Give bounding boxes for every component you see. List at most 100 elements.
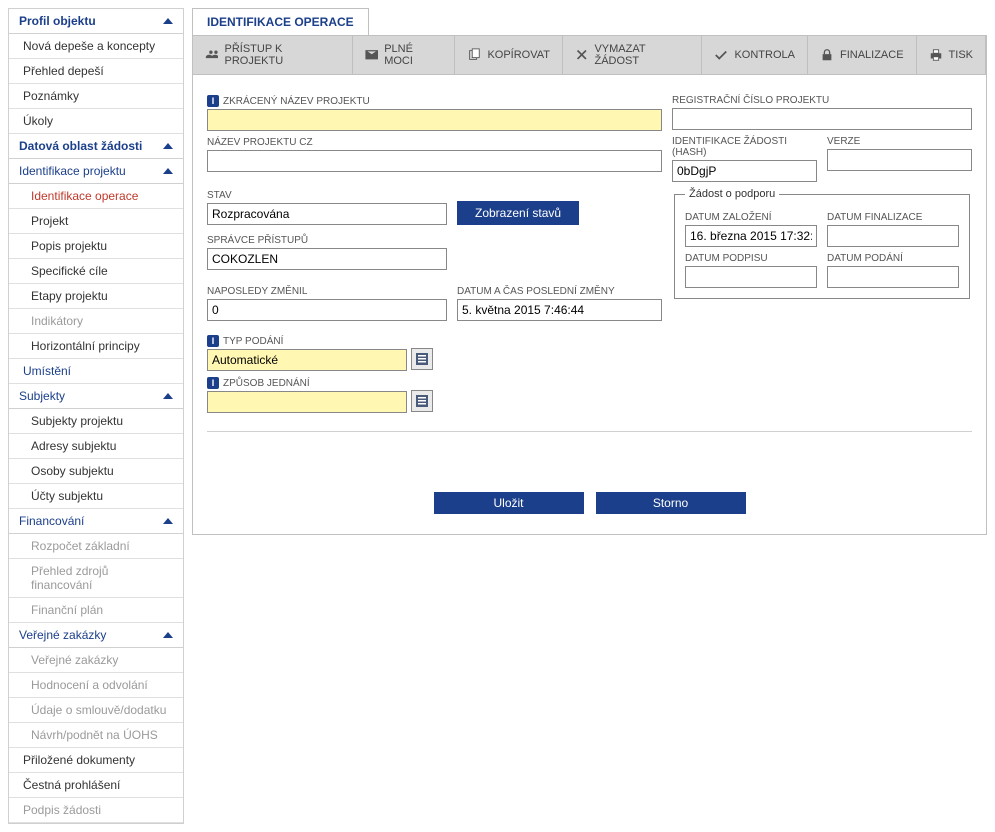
sidebar: Profil objektu Nová depeše a koncepty Př… xyxy=(8,8,184,824)
list-icon xyxy=(416,353,428,365)
required-icon: i xyxy=(207,335,219,347)
sidebar-item-cestna[interactable]: Čestná prohlášení xyxy=(9,773,183,798)
sidebar-item-osoby-subjektu[interactable]: Osoby subjektu xyxy=(9,459,183,484)
input-verze xyxy=(827,149,972,171)
chevron-up-icon xyxy=(163,632,173,638)
input-reg-cislo xyxy=(672,108,972,130)
sidebar-header-vz[interactable]: Veřejné zakázky xyxy=(9,623,183,648)
form-content: i ZKRÁCENÝ NÁZEV PROJEKTU NÁZEV PROJEKTU… xyxy=(192,75,987,535)
input-nazev-cz[interactable] xyxy=(207,150,662,172)
toolbar-pristup[interactable]: PŘÍSTUP K PROJEKTU xyxy=(193,36,353,74)
picker-typ-podani[interactable] xyxy=(411,348,433,370)
sidebar-item-poznamky[interactable]: Poznámky xyxy=(9,84,183,109)
list-icon xyxy=(416,395,428,407)
legend-zadost: Žádost o podporu xyxy=(685,188,779,200)
input-naposledy-zmenil xyxy=(207,299,447,321)
label-nazev-cz: NÁZEV PROJEKTU CZ xyxy=(207,137,662,148)
button-zobrazeni-stavu[interactable]: Zobrazení stavů xyxy=(457,201,579,225)
sidebar-item-popis-projektu[interactable]: Popis projektu xyxy=(9,234,183,259)
sidebar-item-ukoly[interactable]: Úkoly xyxy=(9,109,183,134)
toolbar-kontrola[interactable]: KONTROLA xyxy=(702,36,808,74)
toolbar-kopirovat[interactable]: KOPÍROVAT xyxy=(455,36,563,74)
toolbar-plne-moci[interactable]: PLNÉ MOCI xyxy=(353,36,456,74)
chevron-up-icon xyxy=(163,393,173,399)
toolbar-tisk[interactable]: TISK xyxy=(917,36,986,74)
toolbar-kopirovat-label: KOPÍROVAT xyxy=(487,49,550,61)
label-datum-zalozeni: DATUM ZALOŽENÍ xyxy=(685,212,817,223)
delete-icon xyxy=(575,48,588,62)
toolbar: PŘÍSTUP K PROJEKTU PLNÉ MOCI KOPÍROVAT V… xyxy=(192,35,987,75)
input-spravce xyxy=(207,248,447,270)
copy-icon xyxy=(467,48,481,62)
sidebar-item-horizontalni-principy[interactable]: Horizontální principy xyxy=(9,334,183,359)
sidebar-header-profile[interactable]: Profil objektu xyxy=(9,9,183,34)
label-reg-cislo: REGISTRAČNÍ ČÍSLO PROJEKTU xyxy=(672,95,972,106)
sidebar-item-financni-plan[interactable]: Finanční plán xyxy=(9,598,183,623)
sidebar-item-umisteni[interactable]: Umístění xyxy=(9,359,183,384)
label-verze: VERZE xyxy=(827,136,972,147)
label-typ-podani: i TYP PODÁNÍ xyxy=(207,335,662,347)
sidebar-item-etapy-projektu[interactable]: Etapy projektu xyxy=(9,284,183,309)
toolbar-finalizace[interactable]: FINALIZACE xyxy=(808,36,917,74)
picker-zpusob-jednani[interactable] xyxy=(411,390,433,412)
lock-icon xyxy=(820,48,834,62)
sidebar-header-ident[interactable]: Identifikace projektu xyxy=(9,159,183,184)
chevron-up-icon xyxy=(163,518,173,524)
label-datum-zmeny: DATUM A ČAS POSLEDNÍ ZMĚNY xyxy=(457,286,662,297)
sidebar-header-financovani[interactable]: Financování xyxy=(9,509,183,534)
sidebar-item-projekt[interactable]: Projekt xyxy=(9,209,183,234)
label-datum-finalizace: DATUM FINALIZACE xyxy=(827,212,959,223)
toolbar-vymazat[interactable]: VYMAZAT ŽÁDOST xyxy=(563,36,702,74)
input-typ-podani[interactable] xyxy=(207,349,407,371)
label-zpusob-jednani: i ZPŮSOB JEDNÁNÍ xyxy=(207,377,662,389)
input-zkraceny-nazev[interactable] xyxy=(207,109,662,131)
sidebar-item-identifikace-operace[interactable]: Identifikace operace xyxy=(9,184,183,209)
sidebar-item-ucty-subjektu[interactable]: Účty subjektu xyxy=(9,484,183,509)
button-ulozit[interactable]: Uložit xyxy=(434,492,584,514)
sidebar-item-prilohy[interactable]: Přiložené dokumenty xyxy=(9,748,183,773)
tab-identifikace-operace[interactable]: IDENTIFIKACE OPERACE xyxy=(192,8,369,35)
sidebar-item-hodnoceni[interactable]: Hodnocení a odvolání xyxy=(9,673,183,698)
people-icon xyxy=(205,48,218,62)
sidebar-item-podpis[interactable]: Podpis žádosti xyxy=(9,798,183,823)
input-stav xyxy=(207,203,447,225)
print-icon xyxy=(929,48,943,62)
sidebar-header-subjekty-label: Subjekty xyxy=(19,389,65,403)
toolbar-plne-moci-label: PLNÉ MOCI xyxy=(384,43,442,67)
separator xyxy=(207,431,972,432)
sidebar-item-subjekty-projektu[interactable]: Subjekty projektu xyxy=(9,409,183,434)
chevron-up-icon xyxy=(163,168,173,174)
check-icon xyxy=(714,48,728,62)
sidebar-item-navrh-uohs[interactable]: Návrh/podnět na ÚOHS xyxy=(9,723,183,748)
toolbar-tisk-label: TISK xyxy=(949,49,973,61)
sidebar-item-nova-depese[interactable]: Nová depeše a koncepty xyxy=(9,34,183,59)
toolbar-vymazat-label: VYMAZAT ŽÁDOST xyxy=(594,43,689,67)
sidebar-header-subjekty[interactable]: Subjekty xyxy=(9,384,183,409)
label-stav: STAV xyxy=(207,190,447,201)
input-datum-zalozeni xyxy=(685,225,817,247)
sidebar-item-rozpocet[interactable]: Rozpočet základní xyxy=(9,534,183,559)
button-storno[interactable]: Storno xyxy=(596,492,746,514)
sidebar-item-adresy-subjektu[interactable]: Adresy subjektu xyxy=(9,434,183,459)
sidebar-header-data[interactable]: Datová oblast žádosti xyxy=(9,134,183,159)
sidebar-item-prehled-zdroju[interactable]: Přehled zdrojů financování xyxy=(9,559,183,598)
input-ident-hash xyxy=(672,160,817,182)
sidebar-item-specificke-cile[interactable]: Specifické cíle xyxy=(9,259,183,284)
label-datum-podpisu: DATUM PODPISU xyxy=(685,253,817,264)
input-zpusob-jednani[interactable] xyxy=(207,391,407,413)
chevron-up-icon xyxy=(163,18,173,24)
label-ident-hash: IDENTIFIKACE ŽÁDOSTI (HASH) xyxy=(672,136,817,158)
sidebar-header-ident-label: Identifikace projektu xyxy=(19,164,126,178)
sidebar-item-indikatory[interactable]: Indikátory xyxy=(9,309,183,334)
input-datum-zmeny xyxy=(457,299,662,321)
required-icon: i xyxy=(207,377,219,389)
sidebar-item-udaje-smlouva[interactable]: Údaje o smlouvě/dodatku xyxy=(9,698,183,723)
sidebar-header-vz-label: Veřejné zakázky xyxy=(19,628,106,642)
sidebar-item-vz[interactable]: Veřejné zakázky xyxy=(9,648,183,673)
input-datum-podani xyxy=(827,266,959,288)
sidebar-item-prehled-depesi[interactable]: Přehled depeší xyxy=(9,59,183,84)
sidebar-header-data-label: Datová oblast žádosti xyxy=(19,139,142,153)
sidebar-header-profile-label: Profil objektu xyxy=(19,14,96,28)
label-naposledy-zmenil: NAPOSLEDY ZMĚNIL xyxy=(207,286,447,297)
sidebar-header-financovani-label: Financování xyxy=(19,514,84,528)
